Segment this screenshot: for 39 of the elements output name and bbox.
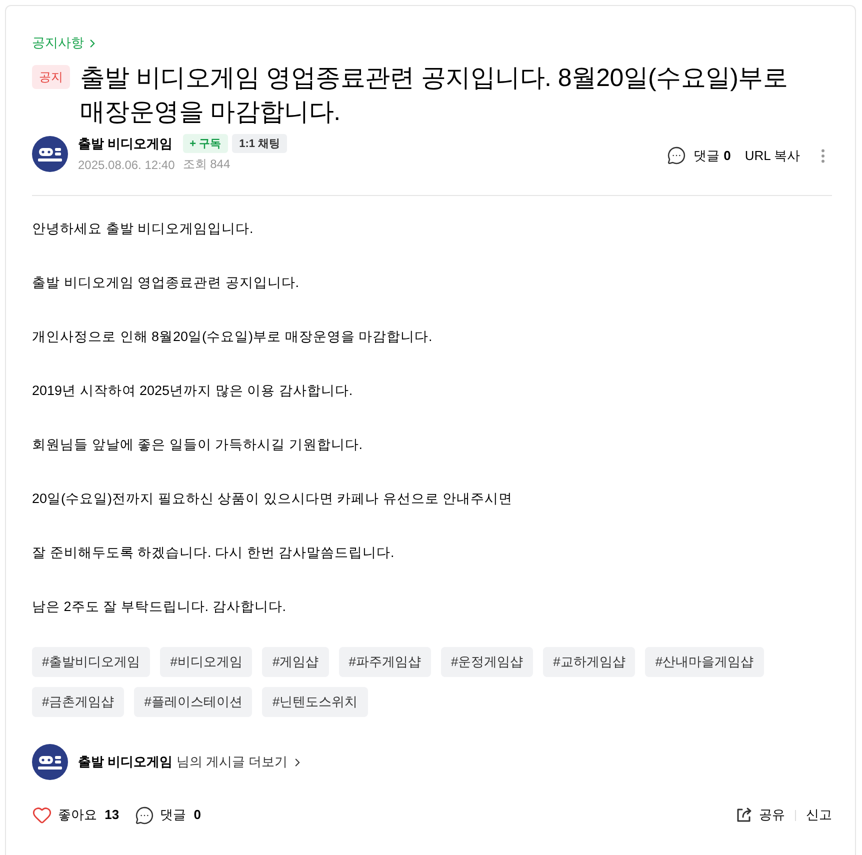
body-paragraph: 2019년 시작하여 2025년까지 많은 이용 감사합니다. <box>32 382 354 400</box>
hashtag-link[interactable]: #파주게임샵 <box>338 647 431 677</box>
hashtag-link[interactable]: #닌텐도스위치 <box>262 687 368 717</box>
body-paragraph: 잘 준비해두도록 하겠습니다. 다시 한번 감사말씀드립니다. <box>32 544 396 562</box>
comments-link[interactable]: 댓글 0 <box>666 146 731 165</box>
body-paragraph: 개인사정으로 인해 8월20일(수요일)부로 매장운영을 마감합니다. <box>32 328 434 346</box>
comment-icon <box>666 146 686 165</box>
hashtag-link[interactable]: #교하게임샵 <box>543 647 636 677</box>
hashtag-link[interactable]: #게임샵 <box>262 647 329 677</box>
comments-label: 댓글 0 <box>694 146 731 164</box>
copy-url-link[interactable]: URL 복사 <box>744 146 800 164</box>
comments-label: 댓글 0 <box>160 806 201 824</box>
share-icon <box>735 806 753 824</box>
body-paragraph: 출발 비디오게임 영업종료관련 공지입니다. <box>32 274 300 292</box>
author-name[interactable]: 출발 비디오게임 <box>78 134 173 152</box>
breadcrumb-label: 공지사항 <box>32 34 84 52</box>
comment-button[interactable]: 댓글 0 <box>135 806 201 824</box>
hashtag-link[interactable]: #산내마을게임샵 <box>645 647 764 677</box>
likes-label: 좋아요 13 <box>58 806 120 824</box>
view-count: 조회 844 <box>182 156 230 173</box>
post-title: 출발 비디오게임 영업종료관련 공지입니다. 8월20일(수요일)부로 매장운영을 마감합니다. <box>80 63 789 128</box>
chat-button[interactable]: 1:1 채팅 <box>232 134 288 153</box>
avatar-icon <box>32 136 68 172</box>
like-button[interactable]: 좋아요 13 <box>32 805 120 825</box>
post-date: 2025.08.06. 12:40 <box>78 158 175 172</box>
hashtag-link[interactable]: #플레이스테이션 <box>134 687 252 717</box>
hashtag-link[interactable]: #금촌게임샵 <box>32 687 124 717</box>
hashtag-link[interactable]: #비디오게임 <box>160 647 252 677</box>
share-button[interactable]: 공유 <box>735 806 785 824</box>
comment-icon <box>135 806 154 824</box>
body-paragraph: 남은 2주도 잘 부탁드립니다. 감사합니다. <box>32 598 288 616</box>
report-button[interactable]: 신고 <box>806 806 832 824</box>
body-paragraph: 20일(수요일)전까지 필요하신 상품이 있으시다면 카페나 유선으로 안내주시면 <box>32 490 514 508</box>
hashtag-link[interactable]: #운정게임샵 <box>440 647 534 677</box>
avatar-icon <box>32 744 68 780</box>
notice-badge: 공지 <box>32 65 70 89</box>
hashtag-link[interactable]: #출발비디오게임 <box>32 647 150 677</box>
body-paragraph: 안녕하세요 출발 비디오게임입니다. <box>32 220 254 238</box>
body-paragraph: 회원님들 앞날에 좋은 일들이 가득하시길 기원합니다. <box>32 436 364 454</box>
